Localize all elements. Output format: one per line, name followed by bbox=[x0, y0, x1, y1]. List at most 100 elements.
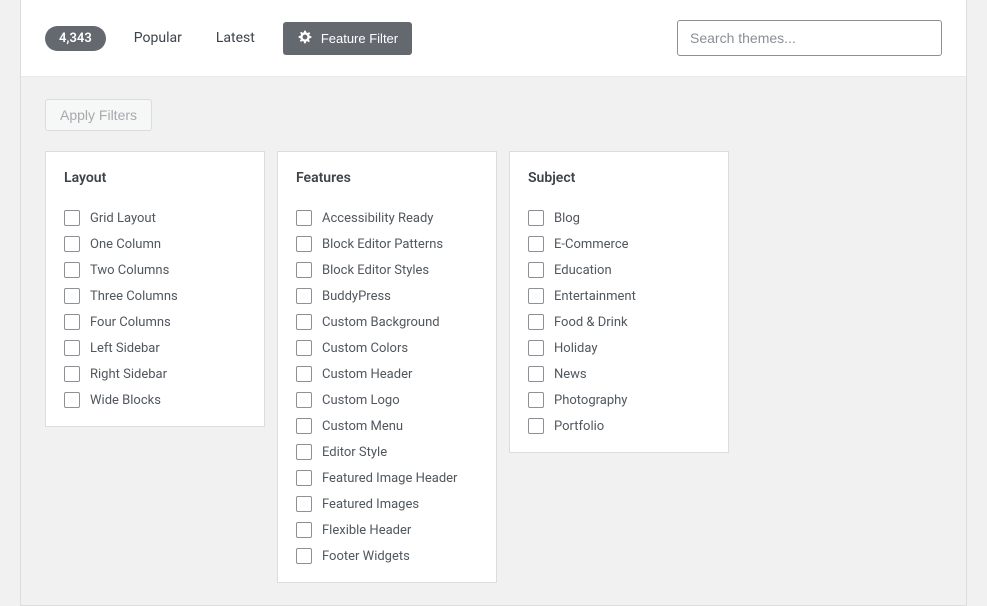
checkbox-icon[interactable] bbox=[296, 262, 312, 278]
filter-option-label: Custom Logo bbox=[322, 393, 400, 408]
filter-panel-subject: Subject Blog E-Commerce Education Entertain… bbox=[509, 151, 729, 453]
checkbox-icon[interactable] bbox=[528, 236, 544, 252]
filter-option-label: Food & Drink bbox=[554, 315, 628, 330]
checkbox-icon[interactable] bbox=[296, 366, 312, 382]
gear-icon bbox=[297, 29, 313, 48]
checkbox-icon[interactable] bbox=[528, 418, 544, 434]
checkbox-icon[interactable] bbox=[64, 366, 80, 382]
filter-option-label: Editor Style bbox=[322, 445, 387, 460]
filter-option-label: Custom Header bbox=[322, 367, 412, 382]
filter-option[interactable]: Custom Background bbox=[296, 314, 478, 330]
filter-option-label: Photography bbox=[554, 393, 627, 408]
checkbox-icon[interactable] bbox=[296, 288, 312, 304]
filter-option[interactable]: Accessibility Ready bbox=[296, 210, 478, 226]
filter-option-label: Accessibility Ready bbox=[322, 211, 433, 226]
filter-option[interactable]: Right Sidebar bbox=[64, 366, 246, 382]
filter-option[interactable]: Food & Drink bbox=[528, 314, 710, 330]
tab-popular[interactable]: Popular bbox=[120, 24, 196, 52]
filter-option-label: Block Editor Patterns bbox=[322, 237, 443, 252]
checkbox-icon[interactable] bbox=[64, 210, 80, 226]
checkbox-icon[interactable] bbox=[296, 340, 312, 356]
filter-option[interactable]: One Column bbox=[64, 236, 246, 252]
filter-option-label: Block Editor Styles bbox=[322, 263, 429, 278]
panel-title-features: Features bbox=[296, 170, 478, 186]
checkbox-icon[interactable] bbox=[64, 340, 80, 356]
checkbox-icon[interactable] bbox=[296, 444, 312, 460]
filter-option[interactable]: Three Columns bbox=[64, 288, 246, 304]
panel-title-layout: Layout bbox=[64, 170, 246, 186]
filter-option-label: E-Commerce bbox=[554, 237, 629, 252]
filter-option-label: News bbox=[554, 367, 587, 382]
feature-filter-label: Feature Filter bbox=[321, 31, 398, 46]
filters-area: Apply Filters Layout Grid Layout One Colu… bbox=[21, 77, 966, 605]
filter-option[interactable]: Footer Widgets bbox=[296, 548, 478, 564]
filter-option[interactable]: Flexible Header bbox=[296, 522, 478, 538]
checkbox-icon[interactable] bbox=[296, 470, 312, 486]
panel-title-subject: Subject bbox=[528, 170, 710, 186]
tab-latest[interactable]: Latest bbox=[202, 24, 269, 52]
checkbox-icon[interactable] bbox=[528, 288, 544, 304]
checkbox-icon[interactable] bbox=[64, 262, 80, 278]
filter-option-label: Entertainment bbox=[554, 289, 636, 304]
filter-option[interactable]: Grid Layout bbox=[64, 210, 246, 226]
filter-option-label: Three Columns bbox=[90, 289, 178, 304]
checkbox-icon[interactable] bbox=[296, 236, 312, 252]
filter-option[interactable]: Wide Blocks bbox=[64, 392, 246, 408]
checkbox-icon[interactable] bbox=[64, 236, 80, 252]
panel-items-layout: Grid Layout One Column Two Columns Three Co… bbox=[64, 210, 246, 408]
filter-option[interactable]: News bbox=[528, 366, 710, 382]
filter-option[interactable]: Left Sidebar bbox=[64, 340, 246, 356]
checkbox-icon[interactable] bbox=[528, 340, 544, 356]
filter-option-label: Two Columns bbox=[90, 263, 169, 278]
filter-option-label: Blog bbox=[554, 211, 580, 226]
search-input[interactable] bbox=[677, 20, 942, 56]
filter-option[interactable]: Photography bbox=[528, 392, 710, 408]
checkbox-icon[interactable] bbox=[528, 366, 544, 382]
filter-option[interactable]: E-Commerce bbox=[528, 236, 710, 252]
checkbox-icon[interactable] bbox=[528, 210, 544, 226]
checkbox-icon[interactable] bbox=[64, 392, 80, 408]
filter-option[interactable]: Education bbox=[528, 262, 710, 278]
checkbox-icon[interactable] bbox=[64, 314, 80, 330]
checkbox-icon[interactable] bbox=[296, 522, 312, 538]
filter-option-label: Custom Menu bbox=[322, 419, 403, 434]
filter-option[interactable]: Featured Images bbox=[296, 496, 478, 512]
filter-option-label: Four Columns bbox=[90, 315, 171, 330]
filter-option-label: Featured Image Header bbox=[322, 471, 457, 486]
themes-browser: 4,343 Popular Latest Feature Filter Appl… bbox=[20, 0, 967, 606]
checkbox-icon[interactable] bbox=[296, 210, 312, 226]
checkbox-icon[interactable] bbox=[64, 288, 80, 304]
filter-option[interactable]: Blog bbox=[528, 210, 710, 226]
panel-items-features: Accessibility Ready Block Editor Patterns… bbox=[296, 210, 478, 564]
filter-option-label: Education bbox=[554, 263, 612, 278]
filter-option[interactable]: Two Columns bbox=[64, 262, 246, 278]
checkbox-icon[interactable] bbox=[528, 262, 544, 278]
checkbox-icon[interactable] bbox=[296, 418, 312, 434]
checkbox-icon[interactable] bbox=[296, 496, 312, 512]
filter-option-label: Custom Background bbox=[322, 315, 440, 330]
checkbox-icon[interactable] bbox=[296, 392, 312, 408]
filter-option[interactable]: Custom Header bbox=[296, 366, 478, 382]
filter-option[interactable]: Editor Style bbox=[296, 444, 478, 460]
filter-option[interactable]: Entertainment bbox=[528, 288, 710, 304]
filter-option-label: Grid Layout bbox=[90, 211, 156, 226]
filter-option[interactable]: Custom Menu bbox=[296, 418, 478, 434]
filter-option[interactable]: Portfolio bbox=[528, 418, 710, 434]
checkbox-icon[interactable] bbox=[296, 548, 312, 564]
filter-option[interactable]: BuddyPress bbox=[296, 288, 478, 304]
feature-filter-button[interactable]: Feature Filter bbox=[283, 22, 412, 55]
checkbox-icon[interactable] bbox=[528, 392, 544, 408]
filter-option[interactable]: Custom Colors bbox=[296, 340, 478, 356]
filter-option-label: Custom Colors bbox=[322, 341, 408, 356]
apply-filters-button[interactable]: Apply Filters bbox=[45, 99, 152, 131]
filter-option[interactable]: Four Columns bbox=[64, 314, 246, 330]
checkbox-icon[interactable] bbox=[296, 314, 312, 330]
filter-option[interactable]: Featured Image Header bbox=[296, 470, 478, 486]
filter-option[interactable]: Block Editor Patterns bbox=[296, 236, 478, 252]
checkbox-icon[interactable] bbox=[528, 314, 544, 330]
toolbar: 4,343 Popular Latest Feature Filter bbox=[21, 0, 966, 77]
filter-option[interactable]: Block Editor Styles bbox=[296, 262, 478, 278]
filter-option[interactable]: Holiday bbox=[528, 340, 710, 356]
filter-option[interactable]: Custom Logo bbox=[296, 392, 478, 408]
filter-option-label: Left Sidebar bbox=[90, 341, 160, 356]
